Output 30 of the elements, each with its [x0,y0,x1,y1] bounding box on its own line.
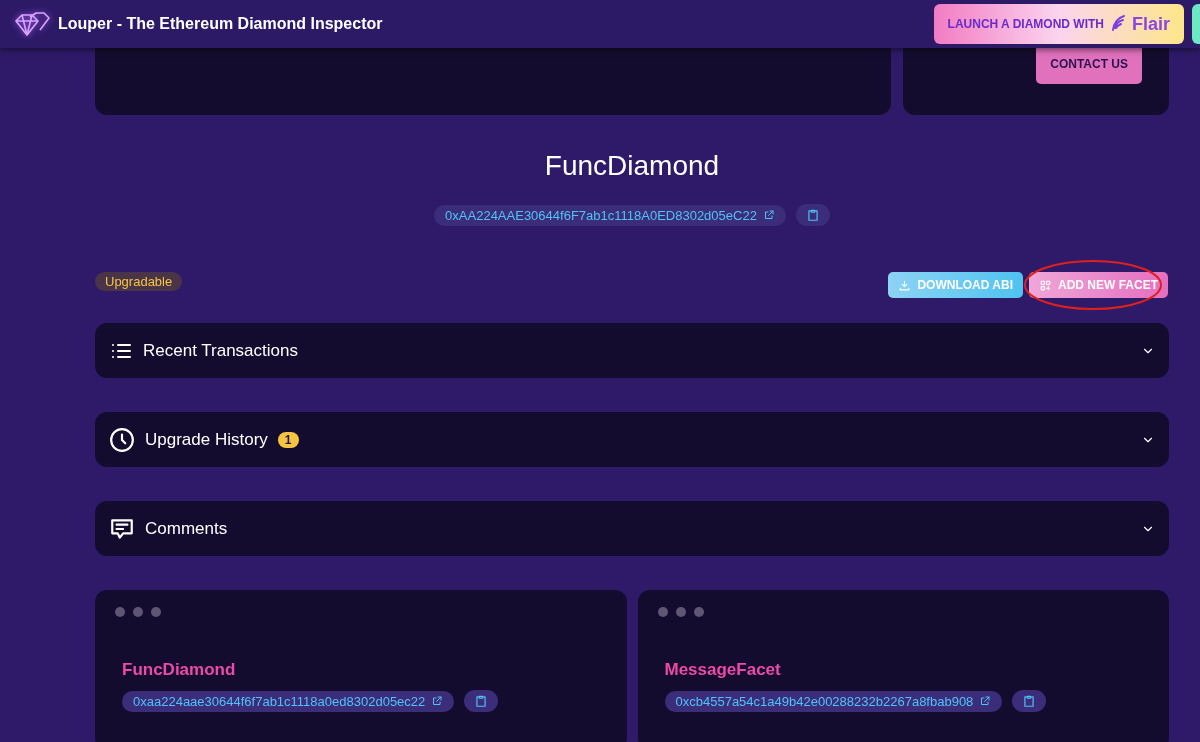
address-link[interactable]: 0xcb4557a54c1a49b42e00288232b2267a8fbab908 [664,690,1003,712]
address-link[interactable]: 0xaa224aae30644f6f7ab1c1118a0ed8302d05ec22 [122,690,455,712]
clock-icon [109,426,135,453]
accordion-header[interactable]: Recent Transactions [95,323,1169,378]
launch-diamond-button[interactable]: LAUNCH A DIAMOND WITH Flair [933,4,1184,44]
clipboard-icon [1022,694,1037,708]
diamond-name: FuncDiamond [543,150,721,182]
accordion-header[interactable]: Upgrade History 1 [95,412,1169,467]
section-title: Recent Transactions [143,340,298,361]
clipboard-icon [805,208,820,222]
external-link-icon [431,695,444,707]
feather-logo-icon [1110,14,1126,34]
copy-button[interactable] [795,204,830,226]
download-icon [898,278,912,292]
count-badge: 1 [277,431,299,448]
external-link-icon [762,209,775,221]
grid-plus-icon [1039,278,1052,292]
accordion-header[interactable]: Comments [95,501,1169,556]
clipboard-icon [474,694,489,708]
button-edge[interactable] [1192,4,1200,44]
section-title: Upgrade History [145,429,268,450]
upgradable-badge: Upgradable [95,272,183,291]
copy-button[interactable] [464,690,499,712]
section-title: Comments [145,518,228,539]
facet-name: MessageFacet [664,660,782,680]
copy-button[interactable] [1012,690,1047,712]
address-link[interactable]: 0xAA224AAE30644f6F7ab1c1118A0ED8302d05eC22 [434,204,786,226]
external-link-icon [979,695,992,707]
app-title: Louper - The Ethereum Diamond Inspector [58,15,383,33]
facet-name: FuncDiamond [122,660,237,680]
